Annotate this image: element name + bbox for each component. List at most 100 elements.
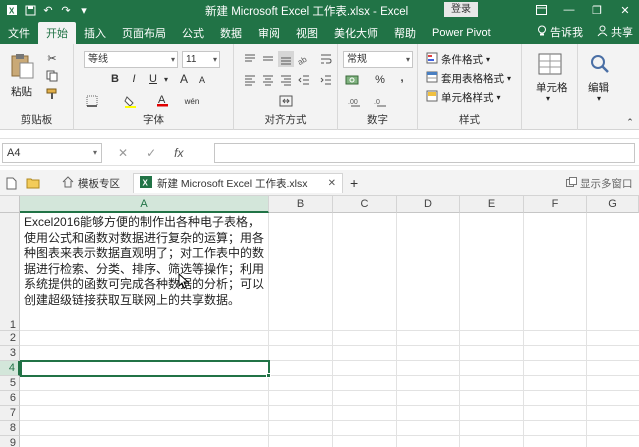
orientation-icon[interactable]: ab <box>296 51 312 67</box>
share-button[interactable]: 共享 <box>597 24 633 40</box>
column-header-d[interactable]: D <box>397 196 460 213</box>
select-all-corner[interactable] <box>0 196 20 213</box>
window-title: 新建 Microsoft Excel 工作表.xlsx - Excel <box>205 6 409 18</box>
row-header-7[interactable]: 7 <box>0 406 20 421</box>
row-header-3[interactable]: 3 <box>0 346 20 361</box>
row-header-8[interactable]: 8 <box>0 421 20 436</box>
minimize-icon[interactable]: — <box>555 0 583 20</box>
tab-page-layout[interactable]: 页面布局 <box>114 22 174 44</box>
format-as-table-button[interactable]: 套用表格格式 ▾ <box>426 71 511 86</box>
column-header-c[interactable]: C <box>333 196 397 213</box>
column-header-a[interactable]: A <box>20 196 269 213</box>
template-tab-label: 模板专区 <box>78 177 120 190</box>
cell-styles-button[interactable]: 单元格样式 ▾ <box>426 90 501 105</box>
close-tab-icon[interactable]: ✕ <box>328 178 336 189</box>
tab-view[interactable]: 视图 <box>288 22 326 44</box>
decrease-indent-icon[interactable] <box>296 72 312 88</box>
group-editing[interactable]: 编辑 ▾ <box>578 44 622 130</box>
tab-review[interactable]: 审阅 <box>250 22 288 44</box>
tab-data[interactable]: 数据 <box>212 22 250 44</box>
cell-a1[interactable]: Excel2016能够方便的制作出各种电子表格，使用公式和函数对数据进行复杂的运… <box>21 214 268 330</box>
increase-indent-icon[interactable] <box>318 72 334 88</box>
paste-icon[interactable] <box>9 52 35 79</box>
group-cells[interactable]: 单元格 ▾ <box>522 44 578 130</box>
align-top-icon[interactable] <box>242 51 258 67</box>
row-header-4[interactable]: 4 <box>0 361 20 376</box>
close-icon[interactable]: ✕ <box>611 0 639 20</box>
italic-button[interactable]: I <box>126 71 142 87</box>
accounting-format-icon[interactable] <box>344 72 360 88</box>
tab-insert[interactable]: 插入 <box>76 22 114 44</box>
borders-icon[interactable] <box>84 93 100 109</box>
save-icon[interactable] <box>24 4 36 16</box>
row-header-5[interactable]: 5 <box>0 376 20 391</box>
merge-center-icon[interactable] <box>278 93 294 109</box>
row-header-2[interactable]: 2 <box>0 331 20 346</box>
fill-handle[interactable] <box>266 373 271 378</box>
tab-file[interactable]: 文件 <box>0 22 38 44</box>
fill-color-icon[interactable] <box>122 93 138 109</box>
align-center-icon[interactable] <box>260 72 276 88</box>
collapse-ribbon-icon[interactable]: ⌃ <box>622 114 638 130</box>
align-bottom-icon[interactable] <box>278 51 294 67</box>
paste-label[interactable]: 粘贴 <box>11 84 32 99</box>
column-header-f[interactable]: F <box>524 196 587 213</box>
template-tab[interactable]: 模板专区 <box>56 173 126 193</box>
svg-text:.0: .0 <box>374 99 380 106</box>
add-tab-icon[interactable]: + <box>350 173 358 193</box>
align-left-icon[interactable] <box>242 72 258 88</box>
bold-button[interactable]: B <box>107 71 123 87</box>
redo-icon[interactable]: ↷ <box>60 4 72 17</box>
tell-me-label: 告诉我 <box>550 27 583 39</box>
confirm-entry-icon[interactable]: ✓ <box>146 146 156 160</box>
tab-beautify[interactable]: 美化大师 <box>326 22 386 44</box>
file-tab[interactable]: X 新建 Microsoft Excel 工作表.xlsx ✕ <box>133 173 343 193</box>
align-right-icon[interactable] <box>278 72 294 88</box>
active-cell-a4[interactable] <box>20 360 270 377</box>
font-name-combo[interactable]: 等线 ▾ <box>84 51 178 68</box>
row-header-6[interactable]: 6 <box>0 391 20 406</box>
comma-button[interactable]: , <box>394 70 410 86</box>
tab-help[interactable]: 帮助 <box>386 22 424 44</box>
spreadsheet-grid[interactable]: A B C D E F G 1 2 3 4 5 6 7 8 9 Excel201… <box>0 196 639 447</box>
column-header-g[interactable]: G <box>587 196 639 213</box>
restore-icon[interactable]: ❐ <box>583 0 611 20</box>
percent-button[interactable]: % <box>372 72 388 88</box>
cancel-entry-icon[interactable]: ✕ <box>118 146 128 160</box>
customize-qat-icon[interactable]: ▾ <box>78 4 90 17</box>
decrease-decimal-icon[interactable]: .0 <box>374 93 390 109</box>
phonetic-guide-button[interactable]: wén <box>184 93 200 109</box>
row-header-1[interactable]: 1 <box>0 213 20 331</box>
open-folder-icon[interactable] <box>26 173 40 193</box>
new-file-icon[interactable] <box>6 173 17 193</box>
font-color-icon[interactable]: A <box>154 92 170 108</box>
tab-power-pivot[interactable]: Power Pivot <box>424 22 499 44</box>
cut-icon[interactable]: ✂ <box>44 50 60 66</box>
increase-decimal-icon[interactable]: .00 <box>348 93 364 109</box>
undo-icon[interactable]: ↶ <box>42 4 54 17</box>
group-number: 常规 ▾ % , .00 .0 数字 <box>338 44 418 130</box>
tell-me[interactable]: 告诉我 <box>537 24 583 40</box>
login-button[interactable]: 登录 <box>444 2 478 17</box>
number-format-combo[interactable]: 常规 ▾ <box>343 51 413 68</box>
tab-formulas[interactable]: 公式 <box>174 22 212 44</box>
conditional-formatting-button[interactable]: 条件格式 ▾ <box>426 52 490 67</box>
format-painter-icon[interactable] <box>44 86 60 102</box>
wrap-text-icon[interactable] <box>318 51 334 67</box>
multi-window-button[interactable]: 显示多窗口 <box>566 173 633 193</box>
copy-icon[interactable] <box>44 68 60 84</box>
ribbon-display-options-icon[interactable] <box>527 0 555 20</box>
name-box[interactable]: A4 ▾ <box>2 143 102 163</box>
column-header-b[interactable]: B <box>269 196 333 213</box>
insert-function-icon[interactable]: fx <box>174 146 183 160</box>
font-size-combo[interactable]: 11 ▾ <box>182 51 220 68</box>
font-grow-button[interactable]: A <box>176 71 192 87</box>
tab-home[interactable]: 开始 <box>38 22 76 44</box>
column-header-e[interactable]: E <box>460 196 524 213</box>
underline-dropdown-icon[interactable]: ▾ <box>158 71 174 87</box>
align-middle-icon[interactable] <box>260 51 276 67</box>
row-header-9[interactable]: 9 <box>0 436 20 447</box>
formula-input[interactable] <box>214 143 635 163</box>
font-shrink-button[interactable]: A <box>194 72 210 88</box>
file-tab-label: 新建 Microsoft Excel 工作表.xlsx <box>157 178 308 190</box>
